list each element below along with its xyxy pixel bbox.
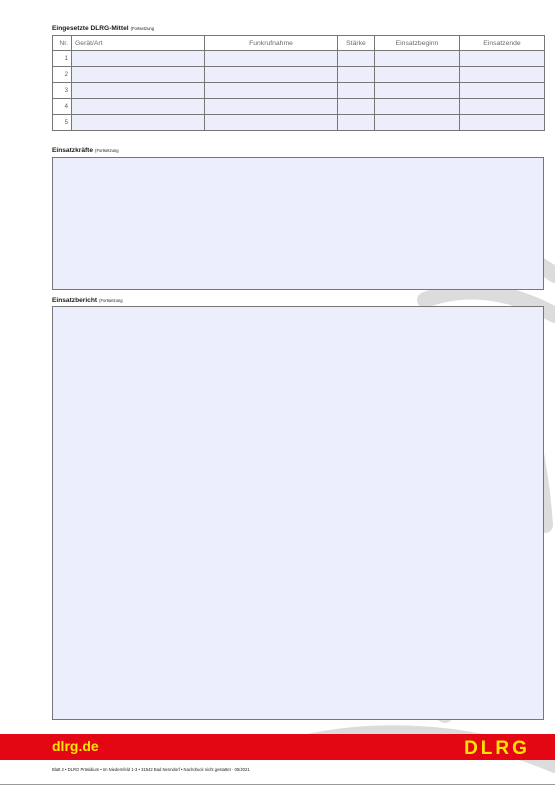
- mittel-header-row: Nr. Gerät/Art Funkrufnahme Stärke Einsat…: [52, 35, 545, 51]
- einsatzende-field[interactable]: [459, 66, 545, 83]
- staerke-field[interactable]: [337, 66, 375, 83]
- geraet-field[interactable]: [71, 98, 205, 115]
- svg-text:DLRG: DLRG: [464, 738, 530, 756]
- row-number: 3: [52, 82, 72, 99]
- column-header-einsatzbeginn: Einsatzbeginn: [374, 35, 460, 51]
- row-number: 1: [52, 50, 72, 67]
- table-row: 1: [52, 50, 545, 67]
- footer-note: Blatt 2 • DLRG Präsidium • Im Niedernfel…: [52, 767, 250, 772]
- einsatzende-field[interactable]: [459, 50, 545, 67]
- mittel-table: Nr. Gerät/Art Funkrufnahme Stärke Einsat…: [52, 35, 545, 131]
- einsatzbericht-field[interactable]: [52, 306, 544, 720]
- row-number: 2: [52, 66, 72, 83]
- column-header-funkrufnahme: Funkrufnahme: [204, 35, 338, 51]
- staerke-field[interactable]: [337, 82, 375, 99]
- bottom-divider: [0, 784, 555, 785]
- staerke-field[interactable]: [337, 114, 375, 131]
- bericht-section-title: Einsatzbericht (Fortsetzung: [52, 297, 123, 304]
- mittel-section-title: Eingesetzte DLRG-Mittel (Fortsetzung: [52, 25, 154, 32]
- geraet-field[interactable]: [71, 114, 205, 131]
- einsatzende-field[interactable]: [459, 98, 545, 115]
- einsatzbeginn-field[interactable]: [374, 98, 460, 115]
- einsatzende-field[interactable]: [459, 82, 545, 99]
- dlrg-logo: DLRG: [464, 738, 530, 756]
- table-row: 4: [52, 98, 545, 115]
- einsatzbeginn-field[interactable]: [374, 66, 460, 83]
- funkrufnahme-field[interactable]: [204, 82, 338, 99]
- table-row: 5: [52, 114, 545, 131]
- staerke-field[interactable]: [337, 98, 375, 115]
- staerke-field[interactable]: [337, 50, 375, 67]
- kraefte-section-title: Einsatzkräfte (Fortsetzung: [52, 147, 119, 154]
- table-row: 2: [52, 66, 545, 83]
- einsatzbeginn-field[interactable]: [374, 50, 460, 67]
- table-row: 3: [52, 82, 545, 99]
- funkrufnahme-field[interactable]: [204, 98, 338, 115]
- einsatzbeginn-field[interactable]: [374, 114, 460, 131]
- column-header-staerke: Stärke: [337, 35, 375, 51]
- mittel-title: Eingesetzte DLRG-Mittel: [52, 25, 129, 32]
- funkrufnahme-field[interactable]: [204, 114, 338, 131]
- geraet-field[interactable]: [71, 50, 205, 67]
- funkrufnahme-field[interactable]: [204, 66, 338, 83]
- footer-website-link[interactable]: dlrg.de: [52, 738, 99, 754]
- mittel-subtitle: (Fortsetzung: [130, 26, 155, 31]
- column-header-geraet: Gerät/Art: [71, 35, 205, 51]
- column-header-nr: Nr.: [52, 35, 72, 51]
- geraet-field[interactable]: [71, 82, 205, 99]
- row-number: 4: [52, 98, 72, 115]
- row-number: 5: [52, 114, 72, 131]
- bericht-title: Einsatzbericht: [52, 297, 98, 304]
- kraefte-subtitle: (Fortsetzung: [95, 148, 119, 153]
- funkrufnahme-field[interactable]: [204, 50, 338, 67]
- einsatzende-field[interactable]: [459, 114, 545, 131]
- bericht-subtitle: (Fortsetzung: [99, 298, 123, 303]
- einsatzbeginn-field[interactable]: [374, 82, 460, 99]
- geraet-field[interactable]: [71, 66, 205, 83]
- kraefte-title: Einsatzkräfte: [52, 147, 94, 154]
- einsatzkraefte-field[interactable]: [52, 157, 544, 290]
- column-header-einsatzende: Einsatzende: [459, 35, 545, 51]
